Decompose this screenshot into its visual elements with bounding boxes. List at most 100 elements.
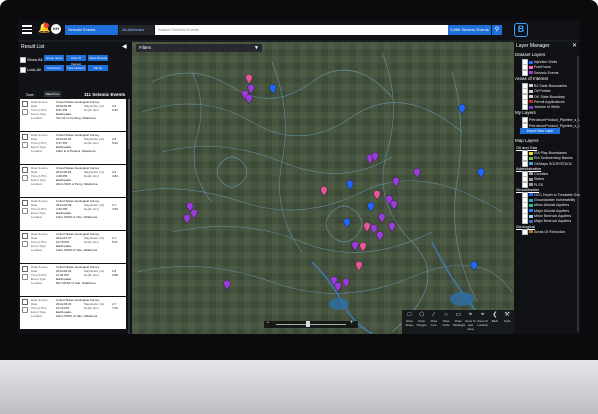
import-layer-button[interactable]: Import New Layer [520,128,560,134]
legend-swatch [529,105,533,109]
tools-icon: ⚒ [504,312,510,318]
depth-value: 5.00 [112,108,118,112]
square-icon: □ [407,312,412,318]
map-tool-button[interactable]: ⚒ Tools [502,310,513,323]
lock-icon[interactable] [22,109,28,115]
map-tool-button[interactable]: ▭ Draw Rectangle [453,310,466,327]
checkbox-icon[interactable] [522,69,528,76]
search-icon[interactable]: ⚲ [492,25,502,35]
location-value: 5km WNW of Yale, Oklahoma [56,281,96,285]
location-label: Location [31,215,43,219]
zoom-icon: ⌖ [480,312,485,318]
list-item[interactable]: Data Source United States Geological Surv… [20,165,126,197]
lock-icon[interactable] [22,274,28,280]
legend-swatch [529,156,533,160]
location-value: 10km WNW of Yale, Oklahoma [56,314,98,318]
event-count-button[interactable]: 3,666 Seismic Events [448,25,491,35]
zoom-in-button[interactable]: + [350,320,354,326]
checkbox-icon[interactable] [522,104,528,111]
download-button[interactable]: Download [44,65,64,71]
dataset-layers-heading: Dataset Layers [515,52,546,57]
list-item[interactable]: Data Source United States Geological Surv… [20,231,126,263]
map-tool-button[interactable]: ∕ Draw Line [428,310,439,327]
line-icon: ∕ [433,312,435,318]
depth-value: 4.84 [112,174,118,178]
lock-icon[interactable] [22,142,28,148]
map-view[interactable] [132,42,514,334]
map-tool-button[interactable]: ❮ Back [489,310,500,323]
show-all-checkbox[interactable]: Show All [20,57,42,63]
lock-all-checkbox[interactable]: Lock All [20,67,41,73]
map-tool-label: Zoom To Location [477,319,489,327]
zoom-out-button[interactable]: − [266,320,270,326]
show-all-label: Show All [27,57,43,63]
search-input[interactable]: Search Seismic Events [155,25,467,35]
filters-bar[interactable]: Filters [136,44,262,52]
monitor-stand-chin [0,360,598,414]
group-items-button[interactable]: Group Items [44,55,64,61]
legend-swatch [529,183,533,186]
map-canvas[interactable] [132,42,514,334]
chevron-down-icon[interactable]: ▼ [254,44,259,52]
list-item[interactable]: Data Source United States Geological Surv… [20,297,126,329]
notification-badge [44,23,49,28]
top-bar: 🔔 KH Seismic Events All Attributes Searc… [18,20,580,40]
map-tool-label: Draw Line [430,319,438,327]
layer-label: Areas Of Reduction [534,229,566,234]
attributes-dropdown[interactable]: All Attributes [119,25,154,35]
new-hotspot-button[interactable]: New Hotspot [66,65,86,71]
map-tool-label: Back [491,319,498,323]
hamburger-menu-icon[interactable] [22,25,32,34]
checkbox-icon[interactable] [22,167,28,173]
zoom-handle[interactable] [305,321,310,327]
depth-label: Depth (km) [84,273,99,277]
checkbox-icon[interactable] [22,134,28,140]
lock-icon[interactable] [22,307,28,313]
depth-value: 5.00 [112,141,118,145]
dataset-layer-toggle[interactable]: Seismic Events [522,69,559,76]
legend-swatch [529,89,533,93]
geology-layer-toggle[interactable]: Areas Of Reduction [522,228,566,235]
tile-by-button[interactable]: Tile By [88,65,108,71]
checkbox-icon[interactable] [22,200,28,206]
depth-label: Depth (km) [84,240,99,244]
map-tool-button[interactable]: □ Draw Shape [404,310,415,327]
depth-label: Depth (km) [84,306,99,310]
lock-icon[interactable] [22,241,28,247]
list-item[interactable]: Data Source United States Geological Surv… [20,264,126,296]
depth-value: 5.27 [112,240,118,244]
checkbox-icon[interactable] [22,101,28,107]
depth-value: 4.99 [112,207,118,211]
map-tool-button[interactable]: ⬠ Draw Polygon [416,310,427,327]
avatar[interactable]: KH [51,24,61,34]
aoi-layer-toggle[interactable]: Volume of Wells [522,104,560,111]
area-of-interest-button[interactable]: Area Of Interest [66,55,86,66]
map-tool-button[interactable]: ⌖ Zoom To Last Area [465,310,476,331]
zoom-slider[interactable]: − + [264,320,358,328]
list-item[interactable]: Data Source United States Geological Surv… [20,132,126,164]
legend-swatch [529,219,533,223]
checkbox-icon[interactable] [522,228,528,235]
zoom-track[interactable] [276,324,346,325]
chevron-left-icon[interactable]: ◀ [122,43,127,50]
show-results-button[interactable]: Show Results [88,55,108,61]
map-tool-button[interactable]: ⌖ Zoom To Location [477,310,488,327]
lock-icon[interactable] [22,175,28,181]
result-list-scrollbar[interactable] [128,99,130,334]
location-label: Location [31,314,43,318]
checkbox-icon [20,57,26,63]
sort-dropdown[interactable]: Date/Time [44,91,61,97]
depth-label: Depth (km) [84,174,99,178]
list-item[interactable]: Data Source United States Geological Surv… [20,99,126,131]
close-icon[interactable]: ✕ [572,42,577,49]
checkbox-icon[interactable] [22,266,28,272]
map-tool-button[interactable]: ○ Draw Circle [441,310,452,327]
legend-swatch [529,151,533,155]
list-item[interactable]: Data Source United States Geological Surv… [20,198,126,230]
legend-swatch [529,203,533,207]
checkbox-icon[interactable] [22,233,28,239]
checkbox-icon[interactable] [22,299,28,305]
dataset-dropdown[interactable]: Seismic Events [65,25,118,35]
lock-icon[interactable] [22,208,28,214]
legend-swatch [529,65,533,69]
